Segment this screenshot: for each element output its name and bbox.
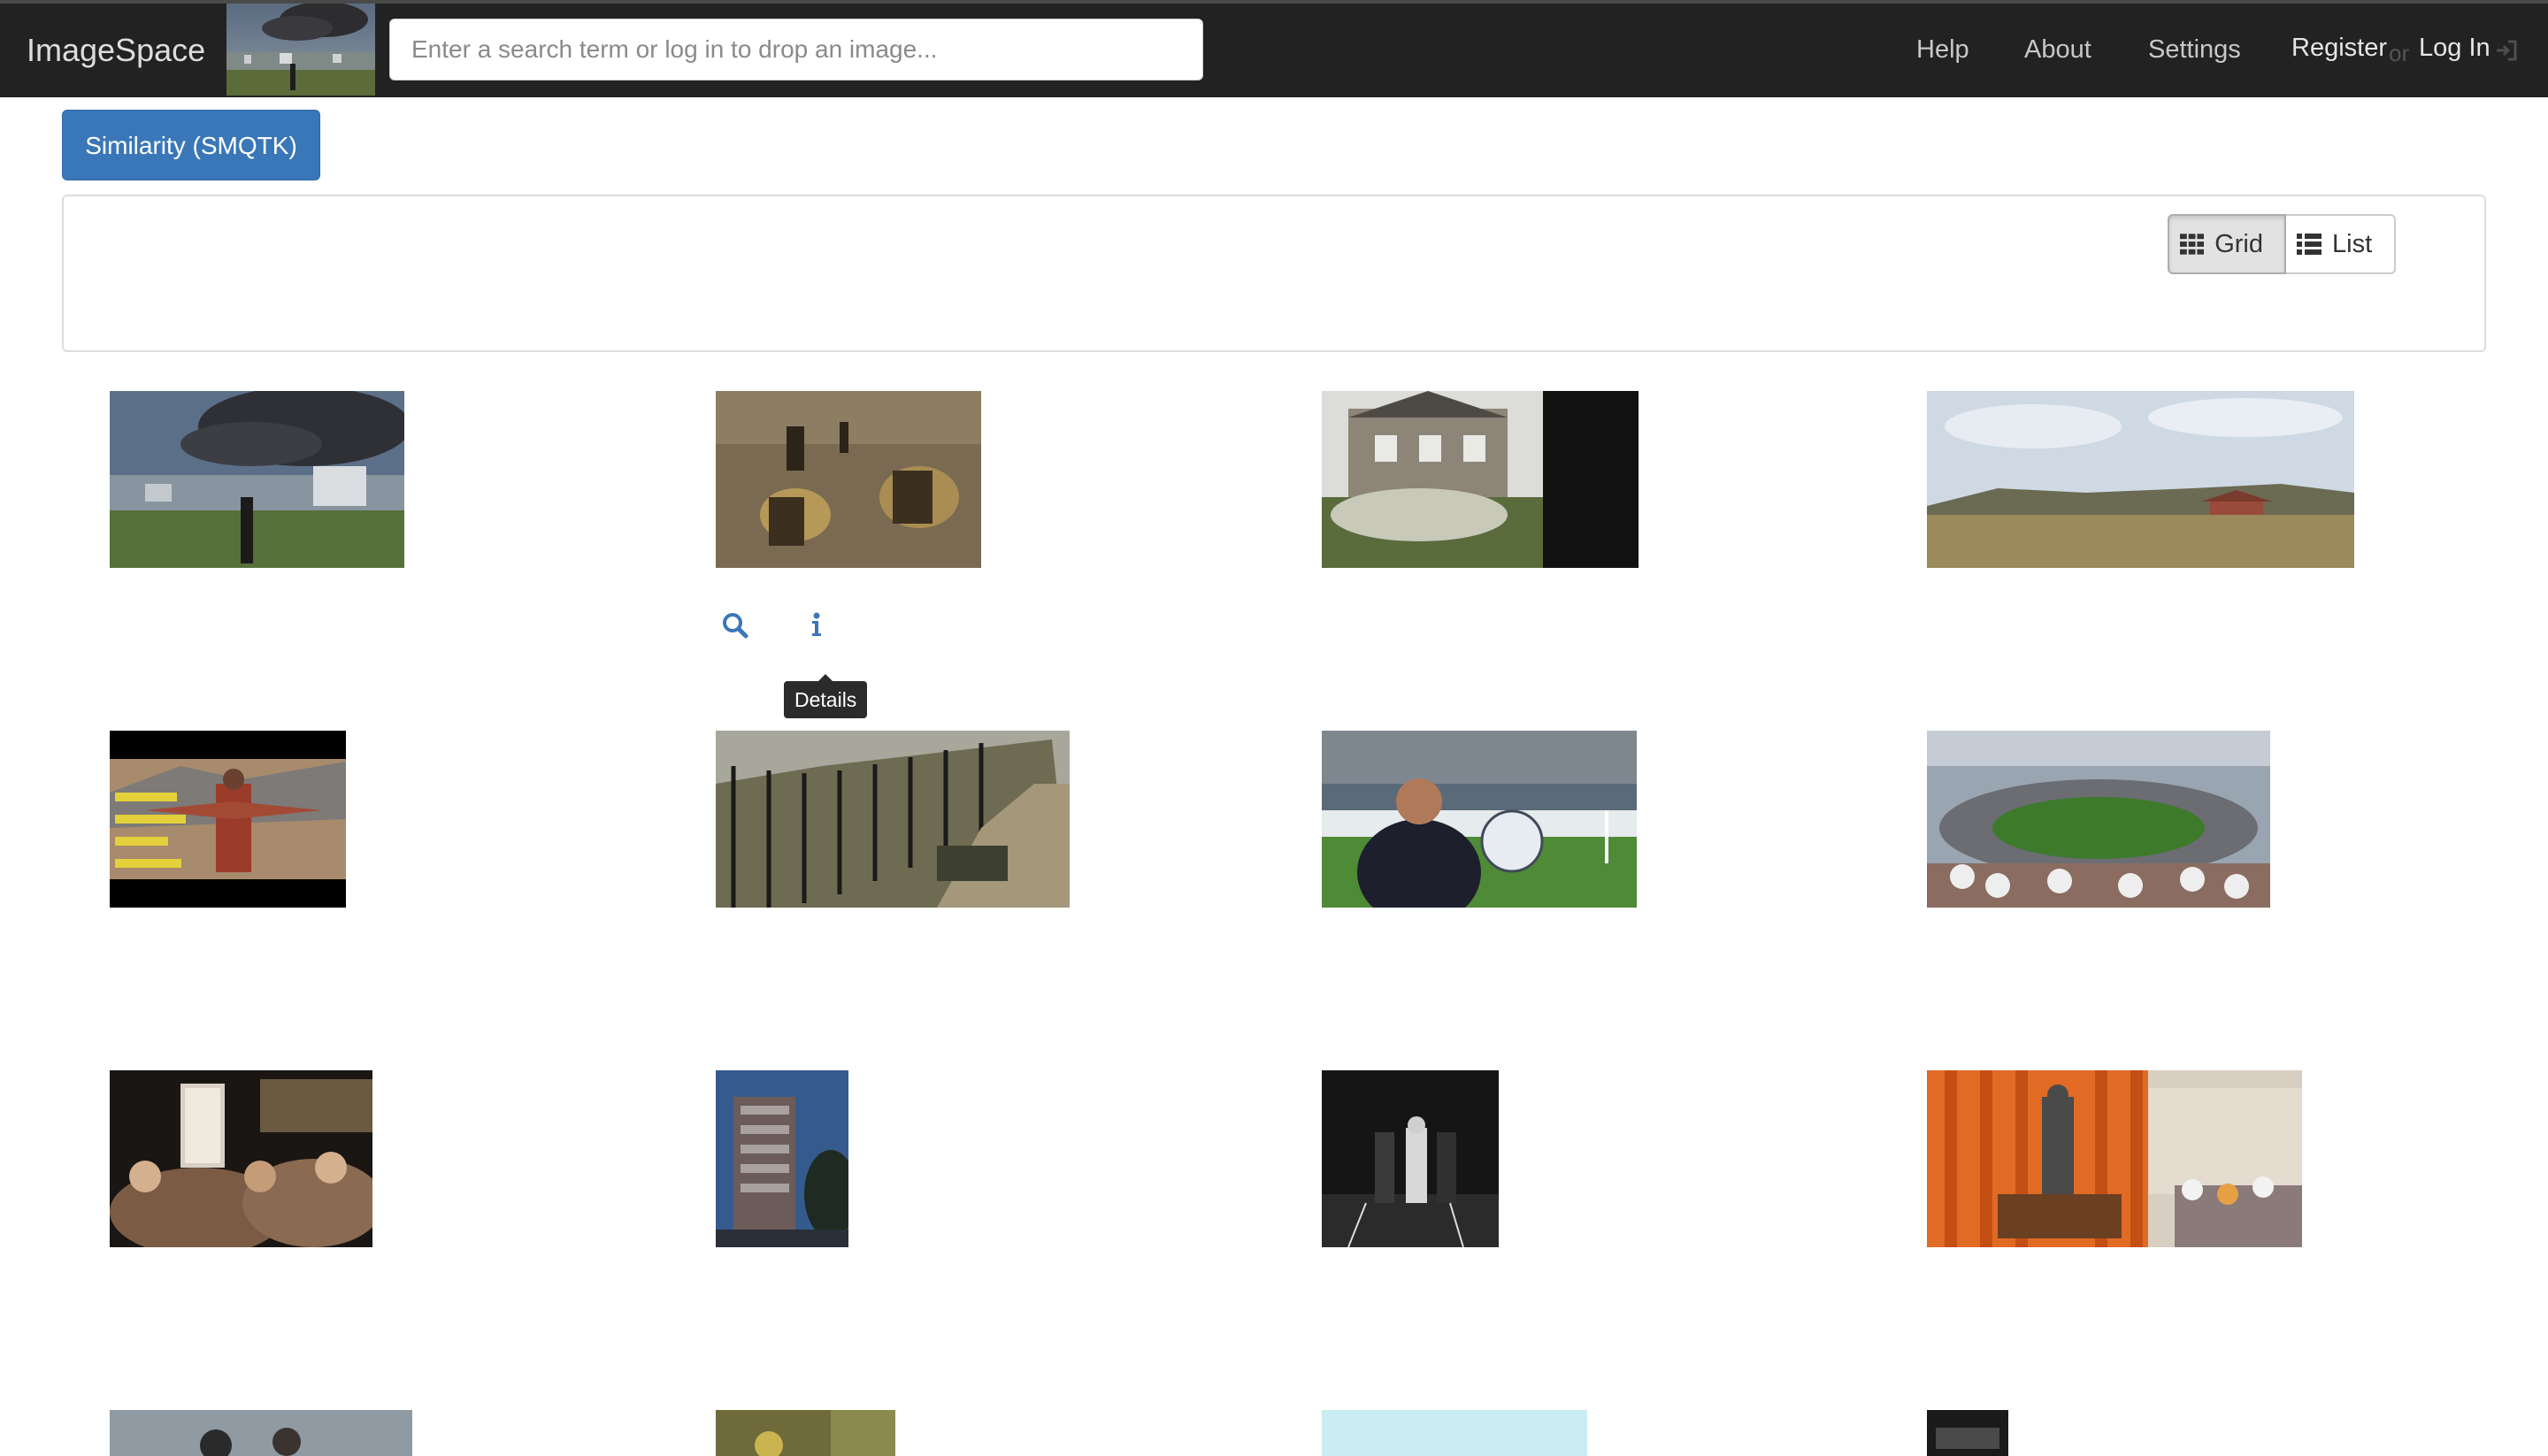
list-icon xyxy=(2297,234,2322,255)
query-image-thumbnail[interactable] xyxy=(226,4,375,96)
list-view-label: List xyxy=(2332,229,2373,258)
result-image-12[interactable] xyxy=(1927,1070,2302,1247)
grid-view-button[interactable]: Grid xyxy=(2168,214,2286,274)
result-image-11[interactable] xyxy=(1322,1070,1499,1247)
nav-help-link[interactable]: Help xyxy=(1916,30,1969,69)
grid-view-label: Grid xyxy=(2214,229,2263,258)
similarity-smqtk-button[interactable]: Similarity (SMQTK) xyxy=(62,110,320,180)
nav-settings-link[interactable]: Settings xyxy=(2148,30,2241,69)
result-image-3[interactable] xyxy=(1322,391,1639,568)
th-icon xyxy=(2180,234,2205,255)
sign-in-icon[interactable] xyxy=(2495,39,2518,62)
result-image-16[interactable] xyxy=(1927,1410,2008,1456)
result-image-7[interactable] xyxy=(1322,731,1637,908)
nav-or-text: or xyxy=(2389,40,2410,66)
result-image-14[interactable] xyxy=(716,1410,895,1456)
result-image-1[interactable] xyxy=(110,391,404,568)
details-tooltip: Details xyxy=(784,674,868,718)
result-image-8[interactable] xyxy=(1927,731,2270,908)
result-image-2[interactable] xyxy=(716,391,981,568)
search-input[interactable] xyxy=(389,19,1203,80)
info-icon[interactable] xyxy=(802,610,832,640)
brand-logo[interactable]: ImageSpace xyxy=(27,28,205,73)
result-image-6[interactable] xyxy=(716,731,1070,908)
result-image-13[interactable] xyxy=(110,1410,412,1456)
result-image-4[interactable] xyxy=(1927,391,2354,568)
list-view-button[interactable]: List xyxy=(2286,214,2396,274)
navbar: ImageSpace Help About Settings Register … xyxy=(0,0,2548,97)
result-image-5[interactable] xyxy=(110,731,346,908)
nav-login-link[interactable]: Log In xyxy=(2419,28,2490,67)
results-options-panel xyxy=(62,195,2486,352)
result-image-10[interactable] xyxy=(716,1070,848,1247)
nav-about-link[interactable]: About xyxy=(2024,30,2091,69)
result-image-15[interactable] xyxy=(1322,1410,1587,1456)
view-mode-toggle: Grid List xyxy=(2168,214,2396,274)
search-icon[interactable] xyxy=(720,610,750,640)
result-image-9[interactable] xyxy=(110,1070,372,1247)
nav-register-link[interactable]: Register xyxy=(2291,28,2387,67)
